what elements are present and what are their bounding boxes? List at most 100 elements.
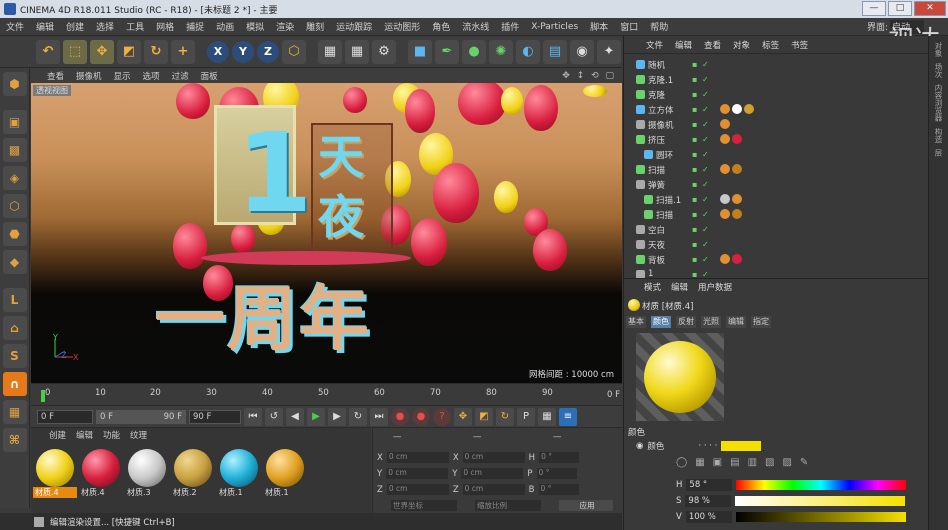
color-swatch[interactable] (721, 441, 762, 451)
tab-color[interactable]: 颜色 (651, 316, 671, 328)
material-swatch[interactable]: 材质.2 (171, 446, 215, 504)
prev-frame-icon[interactable]: ◀ (286, 407, 304, 426)
menu-render[interactable]: 渲染 (276, 20, 294, 33)
material-tag-icon[interactable] (720, 104, 730, 114)
rotation-key-icon[interactable]: ↻ (496, 407, 514, 426)
menu-animate[interactable]: 动画 (216, 20, 234, 33)
deformer-icon[interactable]: ◐ (516, 39, 540, 64)
menu-pipeline[interactable]: 流水线 (462, 20, 489, 33)
material-tag-icon[interactable] (720, 209, 730, 219)
parameter-key-icon[interactable]: P (517, 407, 535, 426)
object-row[interactable]: 圆环 ▪ ✓ (624, 148, 914, 162)
material-tag-icon[interactable] (720, 164, 730, 174)
menu-sculpt[interactable]: 雕刻 (306, 20, 324, 33)
model-mode-icon[interactable]: ▣ (2, 110, 27, 134)
menu-tools[interactable]: 工具 (126, 20, 144, 33)
attribute-menu-edit[interactable]: 编辑 (671, 281, 688, 293)
viewport-menu-view[interactable]: 查看 (47, 70, 64, 82)
axis-mode-icon[interactable]: L (2, 288, 27, 312)
menu-help[interactable]: 帮助 (650, 20, 668, 33)
material-swatch[interactable]: 材质.4 (79, 446, 123, 504)
rotation-h-field[interactable]: 0 ° (539, 452, 580, 463)
planar-workplane-icon[interactable]: ⌘ (2, 428, 27, 452)
scale-key-icon[interactable]: ◩ (475, 407, 493, 426)
tab-basic[interactable]: 基本 (626, 316, 646, 328)
visibility-check-icon[interactable]: ▪ ✓ (692, 255, 710, 264)
side-tab-structure[interactable]: 构造 (933, 128, 944, 143)
object-row[interactable]: 扫描 ▪ ✓ (624, 163, 914, 177)
position-z-field[interactable]: 0 cm (386, 484, 449, 495)
visibility-check-icon[interactable]: ▪ ✓ (692, 225, 710, 234)
x-axis-toggle[interactable]: X (207, 40, 229, 63)
tab-assign[interactable]: 指定 (751, 316, 771, 328)
world-coordinates-dropdown[interactable]: 世界坐标 (391, 500, 457, 511)
material-tag-icon[interactable] (732, 104, 742, 114)
range-slider[interactable]: 0 F 90 F (96, 409, 186, 424)
timeline-ruler[interactable]: 0 10 20 30 40 50 60 70 80 90 0 F (31, 383, 622, 405)
visibility-check-icon[interactable]: ▪ ✓ (692, 150, 710, 159)
object-row[interactable]: 弹簧 ▪ ✓ (624, 178, 914, 192)
visibility-check-icon[interactable]: ▪ ✓ (692, 210, 710, 219)
side-tab-takes[interactable]: 场次 (933, 63, 944, 78)
scale-tool-icon[interactable]: ◩ (117, 39, 141, 64)
hue-field[interactable]: 58 ° (686, 479, 733, 491)
position-y-field[interactable]: 0 cm (386, 468, 449, 479)
pen-spline-icon[interactable]: ✒ (435, 39, 459, 64)
object-row[interactable]: 摄像机 ▪ ✓ (624, 118, 914, 132)
material-tag-icon[interactable] (744, 104, 754, 114)
render-settings-icon[interactable]: ⚙ (372, 39, 396, 64)
prev-key-icon[interactable]: ↺ (265, 407, 283, 426)
visibility-check-icon[interactable]: ▪ ✓ (692, 90, 710, 99)
subdivision-icon[interactable]: ● (462, 39, 486, 64)
object-row[interactable]: 挤压 ▪ ✓ (624, 133, 914, 147)
play-icon[interactable]: ▶ (307, 407, 325, 426)
value-field[interactable]: 100 % (685, 511, 732, 523)
object-name[interactable]: 克隆.1 (648, 74, 673, 86)
object-row[interactable]: 扫描 ▪ ✓ (624, 208, 914, 222)
material-swatch[interactable]: 材质.1 (263, 446, 307, 504)
minimize-button[interactable]: — (862, 1, 886, 16)
snap-icon[interactable]: S (2, 344, 27, 368)
texture-mode-icon[interactable]: ▩ (2, 138, 27, 162)
menu-edit[interactable]: 编辑 (36, 20, 54, 33)
tab-reflectance[interactable]: 反射 (676, 316, 696, 328)
visibility-check-icon[interactable]: ▪ ✓ (692, 105, 710, 114)
visibility-check-icon[interactable]: ▪ ✓ (692, 180, 710, 189)
object-row[interactable]: 克隆.1 ▪ ✓ (624, 73, 914, 87)
timeline-window-icon[interactable]: ≡ (559, 407, 577, 426)
timeline-playhead[interactable] (41, 390, 45, 402)
saturation-field[interactable]: 98 % (685, 495, 732, 507)
material-tag-icon[interactable] (732, 254, 742, 264)
menu-xparticles[interactable]: X-Particles (531, 22, 578, 32)
object-row[interactable]: 克隆 ▪ ✓ (624, 88, 914, 102)
render-view-icon[interactable]: ▦ (318, 39, 342, 64)
object-menu-edit[interactable]: 编辑 (675, 39, 692, 51)
object-row[interactable]: 天夜 ▪ ✓ (624, 238, 914, 252)
spectrum-icon[interactable]: ▦ (695, 457, 704, 468)
undo-icon[interactable]: ↶ (36, 39, 60, 64)
hsv-mode-icon[interactable]: ▥ (748, 457, 757, 468)
live-selection-icon[interactable]: ⬚ (63, 39, 87, 64)
menu-file[interactable]: 文件 (6, 20, 24, 33)
camera-icon[interactable]: ◉ (570, 39, 594, 64)
viewport-menu-display[interactable]: 显示 (114, 70, 131, 82)
size-y-field[interactable]: 0 cm (461, 468, 524, 479)
tab-editor[interactable]: 编辑 (726, 316, 746, 328)
maximize-button[interactable]: □ (888, 1, 912, 16)
material-tag-icon[interactable] (720, 194, 730, 204)
object-row[interactable]: 扫描.1 ▪ ✓ (624, 193, 914, 207)
material-tag-icon[interactable] (720, 119, 730, 129)
points-mode-icon[interactable]: ⬡ (2, 194, 27, 218)
object-row[interactable]: 空白 ▪ ✓ (624, 223, 914, 237)
cube-icon[interactable]: ■ (408, 39, 432, 64)
mixer-icon[interactable]: ▨ (782, 457, 791, 468)
rotation-p-field[interactable]: 0 ° (536, 468, 577, 479)
material-swatch[interactable]: 材质.3 (125, 446, 169, 504)
next-key-icon[interactable]: ↻ (349, 407, 367, 426)
material-menu-create[interactable]: 创建 (49, 429, 66, 441)
last-tool-icon[interactable]: + (171, 39, 195, 64)
tweak-mode-icon[interactable]: ⌂ (2, 316, 27, 340)
radio-icon[interactable]: ◉ (636, 441, 643, 451)
menu-create[interactable]: 创建 (66, 20, 84, 33)
hue-slider[interactable] (736, 480, 907, 490)
